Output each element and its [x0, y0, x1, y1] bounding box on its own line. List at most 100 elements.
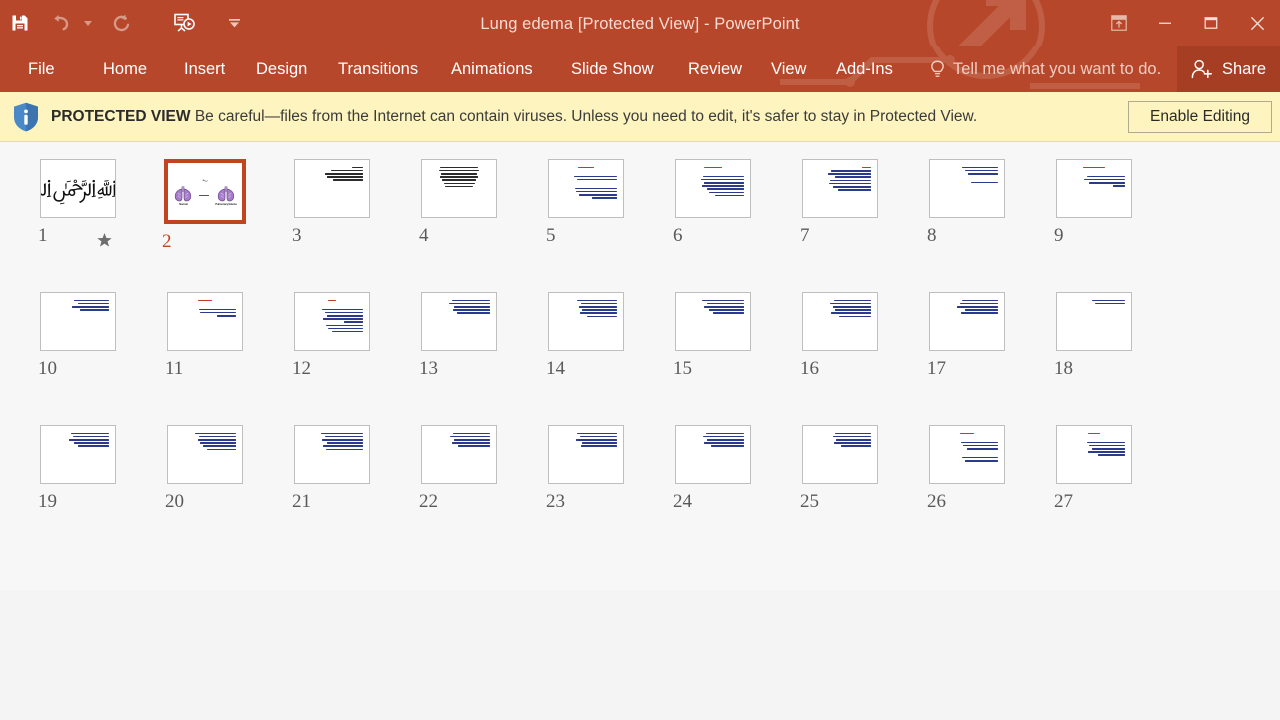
share-button[interactable]: Share: [1176, 46, 1280, 92]
thumbnail-frame[interactable]: [40, 425, 116, 484]
slide-thumbnail-18[interactable]: 18: [1038, 292, 1165, 425]
present-button[interactable]: [164, 4, 204, 42]
slide-thumbnail-17[interactable]: 17: [911, 292, 1038, 425]
thumbnail-frame[interactable]: [294, 159, 370, 218]
slide-text-preview: [803, 160, 877, 217]
menu-item-label: Insert: [184, 59, 226, 78]
menu-item-view[interactable]: View: [771, 54, 806, 85]
animation-star-icon[interactable]: [96, 232, 113, 249]
slide-thumbnail-3[interactable]: 3: [276, 159, 403, 292]
menu-item-slide-show[interactable]: Slide Show: [571, 54, 654, 85]
slide-thumbnail-27[interactable]: 27: [1038, 425, 1165, 558]
thumbnail-frame[interactable]: ﷽: [40, 159, 116, 218]
thumbnail-frame[interactable]: ریه Normal Pulmonary Edema: [164, 159, 246, 224]
slide-thumbnail-19[interactable]: 19: [22, 425, 149, 558]
close-button[interactable]: [1234, 0, 1280, 46]
slide-thumbnail-pane[interactable]: ﷽1ریهNormalPulmonary Edema23456789101112…: [0, 142, 1280, 590]
slide-thumbnail-24[interactable]: 24: [657, 425, 784, 558]
start-presentation-icon: [174, 13, 195, 32]
thumbnail-frame[interactable]: [675, 292, 751, 351]
thumbnail-frame[interactable]: [167, 425, 243, 484]
thumbnail-frame[interactable]: [929, 159, 1005, 218]
slide-thumbnail-13[interactable]: 13: [403, 292, 530, 425]
thumbnail-frame[interactable]: [294, 292, 370, 351]
thumbnail-frame[interactable]: [675, 159, 751, 218]
redo-button[interactable]: [102, 4, 142, 42]
slide-thumbnail-7[interactable]: 7: [784, 159, 911, 292]
slide-thumbnail-25[interactable]: 25: [784, 425, 911, 558]
slide-thumbnail-16[interactable]: 16: [784, 292, 911, 425]
slide-thumbnail-11[interactable]: 11: [149, 292, 276, 425]
slide-number: 12: [292, 358, 311, 379]
menu-item-animations[interactable]: Animations: [451, 54, 533, 85]
thumbnail-frame[interactable]: [1056, 292, 1132, 351]
thumbnail-frame[interactable]: [421, 292, 497, 351]
undo-icon: [54, 15, 69, 31]
slide-thumbnail-23[interactable]: 23: [530, 425, 657, 558]
thumbnail-frame[interactable]: [929, 425, 1005, 484]
menu-item-label: File: [28, 59, 55, 78]
menu-item-add-ins[interactable]: Add-Ins: [836, 54, 893, 85]
save-button[interactable]: [0, 4, 40, 42]
slide-thumbnail-9[interactable]: 9: [1038, 159, 1165, 292]
menu-item-transitions[interactable]: Transitions: [338, 54, 418, 85]
thumbnail-frame[interactable]: [675, 425, 751, 484]
slide-thumbnail-21[interactable]: 21: [276, 425, 403, 558]
menu-bar: File Home Insert Design Transitions Anim…: [0, 46, 1280, 92]
thumbnail-frame[interactable]: [1056, 159, 1132, 218]
thumbnail-frame[interactable]: [167, 292, 243, 351]
thumbnail-frame[interactable]: [548, 159, 624, 218]
slide-thumbnail-10[interactable]: 10: [22, 292, 149, 425]
thumbnail-frame[interactable]: [1056, 425, 1132, 484]
slide-text-preview: [295, 293, 369, 350]
thumbnail-frame[interactable]: [294, 425, 370, 484]
slide-text-preview: [549, 426, 623, 483]
slide-thumbnail-20[interactable]: 20: [149, 425, 276, 558]
menu-item-file[interactable]: File: [28, 54, 55, 85]
slide-thumbnail-8[interactable]: 8: [911, 159, 1038, 292]
menu-item-design[interactable]: Design: [256, 54, 307, 85]
quick-access-toolbar: [0, 0, 242, 46]
ribbon-display-options-button[interactable]: [1096, 0, 1142, 46]
thumbnail-image: [1056, 159, 1132, 218]
slide-thumbnail-4[interactable]: 4: [403, 159, 530, 292]
slide-thumbnail-5[interactable]: 5: [530, 159, 657, 292]
thumbnail-frame[interactable]: [802, 159, 878, 218]
slide-thumbnail-2[interactable]: ریه Normal Pulmonary Edema 2: [149, 159, 276, 292]
undo-dropdown[interactable]: [80, 4, 96, 42]
slide-thumbnail-22[interactable]: 22: [403, 425, 530, 558]
slide-thumbnail-15[interactable]: 15: [657, 292, 784, 425]
menu-item-review[interactable]: Review: [688, 54, 742, 85]
minimize-button[interactable]: [1142, 0, 1188, 46]
slide-text-preview: [930, 426, 1004, 483]
thumbnail-frame[interactable]: [802, 425, 878, 484]
menu-item-home[interactable]: Home: [103, 54, 147, 85]
thumbnail-image: [802, 292, 878, 351]
menu-item-label: Design: [256, 59, 308, 78]
slide-thumbnail-6[interactable]: 6: [657, 159, 784, 292]
slide-text-preview: [41, 426, 115, 483]
maximize-icon: [1204, 17, 1218, 29]
slide-thumbnail-12[interactable]: 12: [276, 292, 403, 425]
enable-editing-button[interactable]: Enable Editing: [1128, 101, 1272, 133]
slide-number: 8: [927, 225, 937, 246]
maximize-button[interactable]: [1188, 0, 1234, 46]
slide-text-preview: [549, 293, 623, 350]
thumbnail-frame[interactable]: [548, 292, 624, 351]
tell-me-search[interactable]: Tell me what you want to do.: [930, 46, 1161, 92]
undo-button[interactable]: [40, 4, 80, 42]
thumbnail-image: [40, 425, 116, 484]
slide-thumbnail-14[interactable]: 14: [530, 292, 657, 425]
slide-number: 18: [1054, 358, 1073, 379]
thumbnail-frame[interactable]: [421, 159, 497, 218]
menu-item-insert[interactable]: Insert: [184, 54, 225, 85]
thumbnail-frame[interactable]: [548, 425, 624, 484]
slide-text-preview: [422, 160, 496, 217]
thumbnail-frame[interactable]: [40, 292, 116, 351]
thumbnail-frame[interactable]: [929, 292, 1005, 351]
slide-thumbnail-26[interactable]: 26: [911, 425, 1038, 558]
slide-thumbnail-1[interactable]: ﷽1: [22, 159, 149, 292]
customize-qat-button[interactable]: [226, 4, 242, 42]
thumbnail-frame[interactable]: [421, 425, 497, 484]
thumbnail-frame[interactable]: [802, 292, 878, 351]
